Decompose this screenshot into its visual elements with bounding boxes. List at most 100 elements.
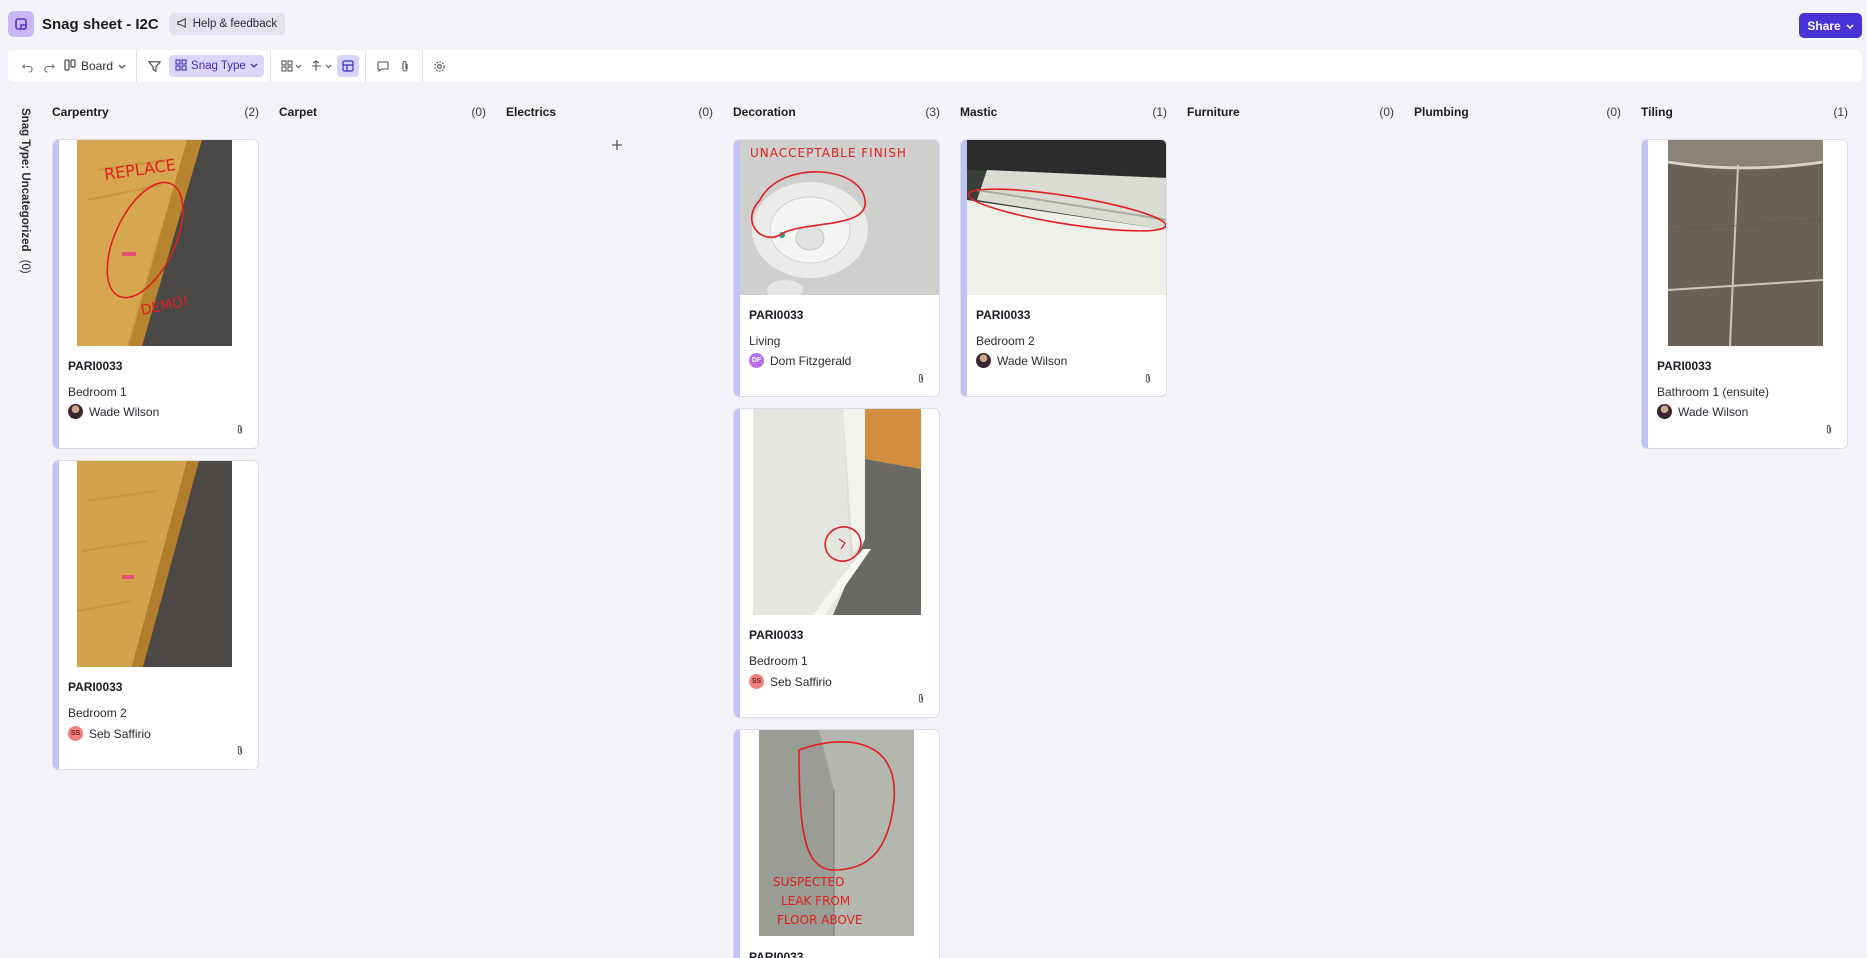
column-count: (0)	[1379, 105, 1394, 119]
column-name: Electrics	[506, 105, 557, 119]
assignee-name: Wade Wilson	[89, 404, 160, 419]
assignee-name: Dom Fitzgerald	[770, 353, 852, 368]
megaphone-icon	[177, 17, 188, 31]
column-plumbing: Plumbing (0)	[1414, 100, 1621, 958]
column-name: Plumbing	[1414, 105, 1469, 119]
card-assignee: Wade Wilson	[1657, 404, 1748, 419]
snag-card[interactable]: PARI0033 Bedroom 1 SS Seb Saffirio	[733, 408, 940, 718]
column-header[interactable]: Decoration (3)	[733, 100, 940, 124]
snag-annotation: UNACCEPTABLE FINISH	[740, 140, 939, 295]
group-icon	[175, 58, 187, 74]
card-title: PARI0033	[749, 950, 804, 958]
toolbar-divider	[364, 50, 366, 82]
column-header[interactable]: Mastic (1)	[960, 100, 1167, 124]
attachment-icon[interactable]	[394, 55, 416, 77]
avatar: SS	[68, 726, 83, 741]
title-bar: Snag sheet - I2C Help & feedback Share	[0, 0, 1867, 48]
chevron-down-icon	[250, 60, 258, 72]
assignee-name: Seb Saffirio	[89, 726, 151, 741]
help-feedback-label: Help & feedback	[192, 18, 278, 30]
column-name: Tiling	[1641, 105, 1673, 119]
avatar: DF	[749, 353, 764, 368]
swimlane-header[interactable]: Snag Type: Uncategorized (0)	[13, 108, 33, 283]
column-carpet: Carpet (0)	[279, 100, 486, 958]
column-header[interactable]: Carpentry (2)	[52, 100, 259, 124]
redo-icon[interactable]	[38, 55, 60, 77]
column-name: Furniture	[1187, 105, 1240, 119]
share-label: Share	[1807, 18, 1841, 33]
snag-annotation	[967, 140, 1166, 295]
card-location: Bedroom 1	[749, 654, 808, 668]
card-title: PARI0033	[68, 680, 123, 694]
avatar	[1657, 404, 1672, 419]
column-header[interactable]: Carpet (0)	[279, 100, 486, 124]
column-header[interactable]: Tiling (1)	[1641, 100, 1848, 124]
toolbar-divider	[421, 50, 423, 82]
column-count: (0)	[471, 105, 486, 119]
group-by-button[interactable]: Snag Type	[169, 55, 264, 77]
attachment-icon[interactable]	[1825, 424, 1835, 436]
chevron-down-icon	[118, 59, 126, 73]
column-count: (2)	[244, 105, 259, 119]
column-count: (0)	[1606, 105, 1621, 119]
filter-icon[interactable]	[143, 55, 165, 77]
view-selector[interactable]: Board	[60, 58, 130, 74]
snag-photo	[77, 461, 232, 667]
fields-icon[interactable]	[277, 55, 307, 77]
svg-text:LEAK FROM: LEAK FROM	[781, 894, 850, 908]
column-count: (1)	[1152, 105, 1167, 119]
column-carpentry: Carpentry (2) REPLACE DEMO! PARI0033 Bed…	[52, 100, 259, 958]
document-title[interactable]: Snag sheet - I2C	[42, 16, 159, 33]
attachment-icon[interactable]	[236, 745, 246, 757]
snag-annotation	[753, 409, 921, 615]
column-header[interactable]: Electrics (0)	[506, 100, 713, 124]
card-assignee: SS Seb Saffirio	[749, 674, 832, 689]
snag-card[interactable]: SUSPECTED LEAK FROM FLOOR ABOVE PARI0033	[733, 729, 940, 958]
svg-text:UNACCEPTABLE FINISH: UNACCEPTABLE FINISH	[750, 146, 907, 160]
assignee-name: Wade Wilson	[997, 353, 1068, 368]
snag-card[interactable]: REPLACE DEMO! PARI0033 Bedroom 1 Wade Wi…	[52, 139, 259, 449]
share-button[interactable]: Share	[1799, 13, 1862, 38]
column-name: Decoration	[733, 105, 796, 119]
help-feedback-button[interactable]: Help & feedback	[168, 13, 286, 35]
snag-card[interactable]: PARI0033 Bedroom 2 Wade Wilson	[960, 139, 1167, 397]
assignee-name: Seb Saffirio	[770, 674, 832, 689]
swimlane-count: (0)	[19, 259, 31, 274]
attachment-icon[interactable]	[236, 424, 246, 436]
chevron-down-icon	[1846, 19, 1854, 33]
avatar	[68, 404, 83, 419]
snag-annotation: SUSPECTED LEAK FROM FLOOR ABOVE	[759, 730, 914, 936]
snag-card[interactable]: PARI0033 Bedroom 2 SS Seb Saffirio	[52, 460, 259, 770]
card-title: PARI0033	[749, 628, 804, 642]
column-furniture: Furniture (0)	[1187, 100, 1394, 958]
column-name: Carpentry	[52, 105, 109, 119]
snag-card[interactable]: UNACCEPTABLE FINISH PARI0033 Living DF D…	[733, 139, 940, 397]
column-header[interactable]: Plumbing (0)	[1414, 100, 1621, 124]
settings-icon[interactable]	[429, 55, 451, 77]
column-decoration: Decoration (3) UNACCEPTABLE FINISH PARI0…	[733, 100, 940, 958]
column-name: Mastic	[960, 105, 998, 119]
app-icon[interactable]	[8, 11, 34, 37]
avatar: SS	[749, 674, 764, 689]
group-by-label: Snag Type	[191, 60, 246, 72]
plus-icon[interactable]	[610, 138, 624, 152]
snag-photo	[1668, 140, 1823, 346]
comment-icon[interactable]	[372, 55, 394, 77]
attachment-icon[interactable]	[1144, 373, 1154, 385]
card-view-icon[interactable]	[336, 55, 359, 77]
card-title: PARI0033	[749, 308, 804, 322]
column-header[interactable]: Furniture (0)	[1187, 100, 1394, 124]
undo-icon[interactable]	[16, 55, 38, 77]
view-label: Board	[81, 59, 114, 73]
svg-text:DEMO!: DEMO!	[140, 293, 191, 319]
attachment-icon[interactable]	[917, 693, 927, 705]
snag-card[interactable]: PARI0033 Bathroom 1 (ensuite) Wade Wilso…	[1641, 139, 1848, 449]
column-count: (0)	[698, 105, 713, 119]
card-location: Bathroom 1 (ensuite)	[1657, 385, 1770, 399]
swimlane-label: Snag Type: Uncategorized	[19, 108, 31, 252]
row-height-icon[interactable]	[307, 55, 337, 77]
card-title: PARI0033	[68, 359, 123, 373]
card-assignee: Wade Wilson	[68, 404, 159, 419]
attachment-icon[interactable]	[917, 373, 927, 385]
assignee-name: Wade Wilson	[1678, 404, 1749, 419]
